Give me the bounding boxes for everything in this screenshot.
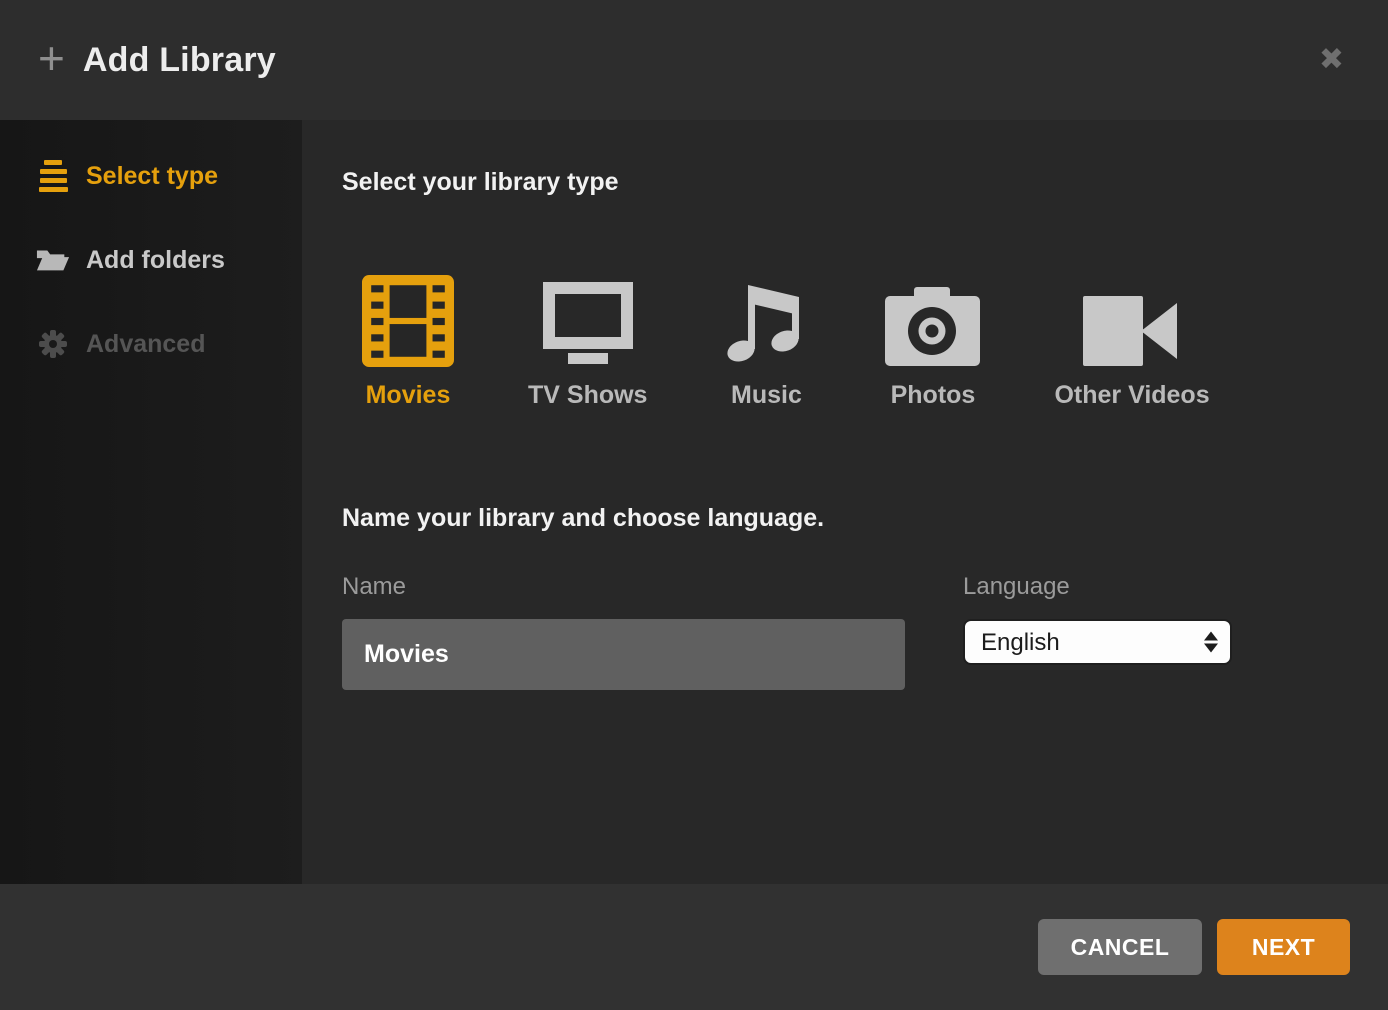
library-type-movies[interactable]: Movies bbox=[362, 275, 454, 410]
library-type-label: Photos bbox=[891, 381, 976, 410]
library-name-input[interactable] bbox=[342, 619, 905, 690]
name-field-label: Name bbox=[342, 573, 905, 601]
sidebar-item-label: Add folders bbox=[86, 246, 225, 275]
sidebar-item-advanced: Advanced bbox=[0, 316, 302, 372]
library-type-music[interactable]: Music bbox=[721, 275, 811, 410]
library-type-label: Other Videos bbox=[1054, 381, 1209, 410]
plus-icon: + bbox=[38, 35, 65, 81]
sidebar-item-add-folders[interactable]: Add folders bbox=[0, 232, 302, 288]
list-icon bbox=[36, 160, 70, 192]
film-strip-icon bbox=[362, 275, 454, 367]
video-camera-icon bbox=[1083, 275, 1181, 367]
tv-icon bbox=[538, 275, 638, 367]
next-button[interactable]: NEXT bbox=[1217, 919, 1350, 975]
folder-open-icon bbox=[36, 246, 70, 274]
library-type-label: Music bbox=[731, 381, 802, 410]
camera-icon bbox=[885, 275, 980, 367]
library-type-label: TV Shows bbox=[528, 381, 647, 410]
language-field-label: Language bbox=[963, 573, 1232, 601]
wizard-steps-sidebar: Select type Add folders bbox=[0, 120, 302, 884]
library-type-label: Movies bbox=[366, 381, 451, 410]
language-select-wrap: English bbox=[963, 619, 1232, 665]
gear-icon bbox=[36, 329, 70, 359]
dialog-footer: CANCEL NEXT bbox=[0, 884, 1388, 1010]
sidebar-item-select-type[interactable]: Select type bbox=[0, 148, 302, 204]
add-library-dialog: + Add Library ✖ Select type Add bbox=[0, 0, 1388, 1010]
step-content: Select your library type bbox=[302, 120, 1388, 884]
name-field-group: Name bbox=[342, 573, 905, 690]
music-note-icon bbox=[721, 275, 811, 367]
type-section-heading: Select your library type bbox=[342, 168, 1388, 197]
close-icon[interactable]: ✖ bbox=[1315, 41, 1348, 79]
language-field-group: Language English bbox=[963, 573, 1232, 690]
library-type-tv-shows[interactable]: TV Shows bbox=[528, 275, 647, 410]
name-section-heading: Name your library and choose language. bbox=[342, 504, 1388, 533]
library-type-photos[interactable]: Photos bbox=[885, 275, 980, 410]
sidebar-item-label: Select type bbox=[86, 162, 218, 191]
dialog-body: Select type Add folders bbox=[0, 120, 1388, 884]
cancel-button[interactable]: CANCEL bbox=[1038, 919, 1202, 975]
name-language-form: Name Language English bbox=[342, 573, 1388, 690]
library-type-other-videos[interactable]: Other Videos bbox=[1054, 275, 1209, 410]
dialog-title: Add Library bbox=[83, 41, 276, 80]
dialog-header: + Add Library ✖ bbox=[0, 0, 1388, 120]
sidebar-item-label: Advanced bbox=[86, 330, 205, 359]
library-type-row: Movies TV Shows bbox=[342, 275, 1388, 410]
language-select[interactable]: English bbox=[963, 619, 1232, 665]
